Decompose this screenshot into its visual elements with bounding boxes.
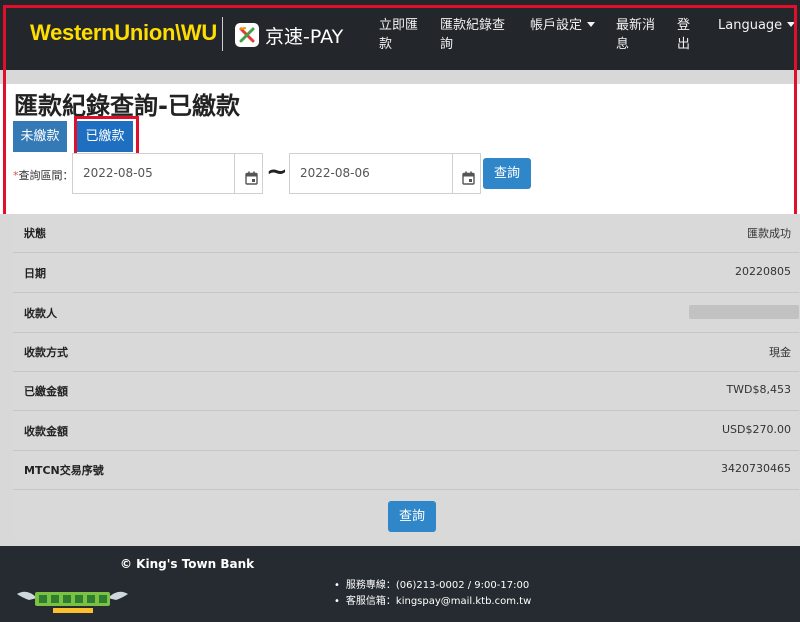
row-value: 匯款成功 xyxy=(747,227,791,240)
copyright-text: © King's Town Bank xyxy=(120,557,255,571)
row-label: 日期 xyxy=(24,267,46,280)
query-button-bottom[interactable]: 查詢 xyxy=(388,501,436,532)
row-value: 20220805 xyxy=(735,265,791,278)
redacted-value xyxy=(689,305,799,319)
result-row-status: 狀態 匯款成功 xyxy=(13,214,799,253)
row-label: MTCN交易序號 xyxy=(24,464,104,477)
row-value: 3420730465 xyxy=(721,462,791,475)
row-value: TWD$8,453 xyxy=(726,383,791,396)
result-row-payout-method: 收款方式 現金 xyxy=(13,333,799,372)
footer-contact-list: 服務專線：(06)213-0002 / 9:00-17:00 客服信箱：king… xyxy=(334,578,531,610)
row-label: 狀態 xyxy=(24,227,46,240)
row-label: 收款方式 xyxy=(24,346,68,359)
row-value: USD$270.00 xyxy=(722,423,791,436)
result-row-paid-amount: 已繳金額 TWD$8,453 xyxy=(13,372,799,411)
header-section-highlight-box xyxy=(3,5,797,218)
result-row-mtcn: MTCN交易序號 3420730465 xyxy=(13,451,799,490)
service-email[interactable]: 客服信箱：kingspay@mail.ktb.com.tw xyxy=(334,594,531,610)
row-label: 收款金額 xyxy=(24,425,68,438)
fly-eagle-logo-icon xyxy=(15,586,130,616)
result-panel: 狀態 匯款成功 日期 20220805 收款人 收款方式 現金 已繳金額 TWD… xyxy=(13,214,799,540)
result-row-received-amount: 收款金額 USD$270.00 xyxy=(13,412,799,451)
row-label: 已繳金額 xyxy=(24,385,68,398)
row-label: 收款人 xyxy=(24,307,57,320)
service-phone: 服務專線：(06)213-0002 / 9:00-17:00 xyxy=(334,578,531,594)
result-row-date: 日期 20220805 xyxy=(13,254,799,293)
result-row-payee: 收款人 xyxy=(13,294,799,333)
row-value: 現金 xyxy=(769,346,791,359)
